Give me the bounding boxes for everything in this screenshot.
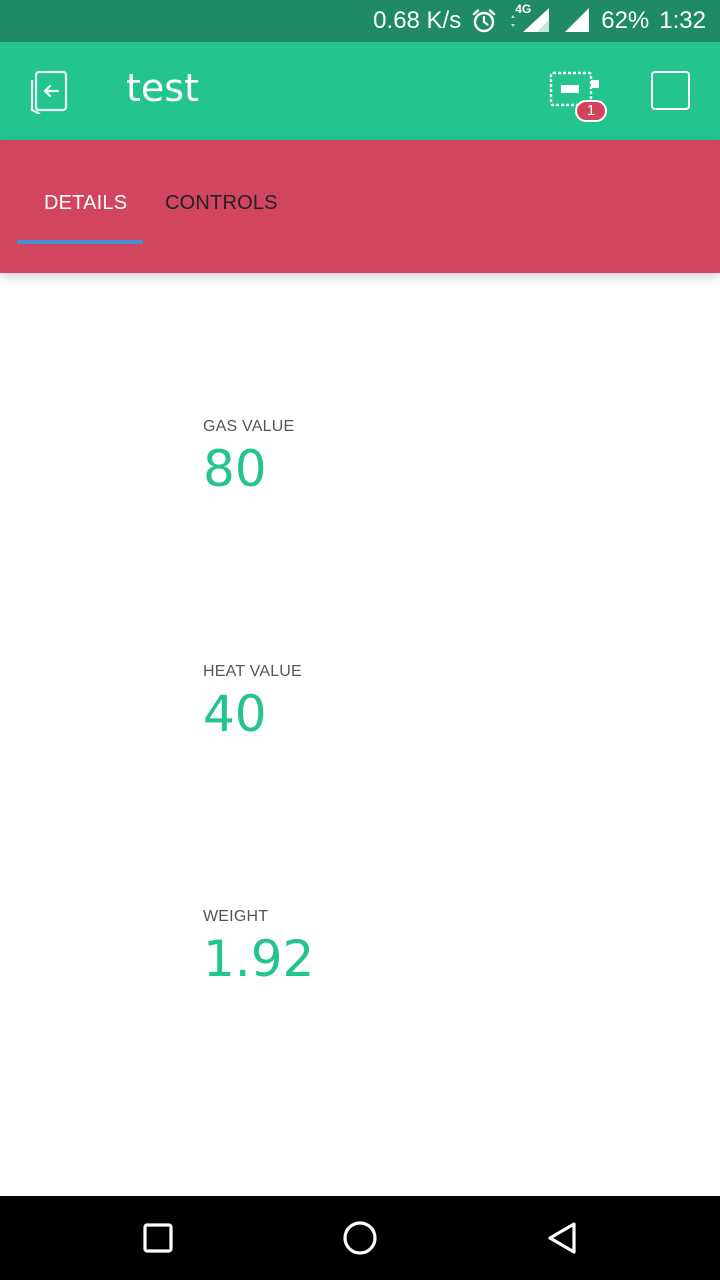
battery: 62% (601, 7, 650, 34)
square-icon[interactable] (651, 71, 690, 110)
back-icon[interactable] (540, 1216, 584, 1260)
heat-value: 40 (203, 685, 267, 743)
clock: 1:32 (659, 7, 706, 34)
device-badge: 1 (575, 100, 607, 122)
alarm-icon (471, 8, 497, 34)
signal-4g-icon: 4G (507, 2, 553, 34)
signal-icon (563, 8, 591, 34)
recents-icon[interactable] (136, 1216, 180, 1260)
status-bar: 0.68 K/s 4G 62% 1:32 (0, 0, 720, 42)
tab-bar: DETAILS CONTROLS (0, 140, 720, 273)
app-bar: test 1 (0, 42, 720, 140)
tab-indicator (17, 240, 143, 244)
screen: 0.68 K/s 4G 62% 1:32 test 1 DETAILS CONT… (0, 0, 720, 1280)
page-title: test (126, 66, 199, 110)
weight-label: WEIGHT (203, 908, 269, 925)
gas-value-widget[interactable]: GAS VALUE 80 (203, 418, 294, 496)
tab-controls[interactable]: CONTROLS (165, 192, 278, 215)
nav-bar (0, 1196, 720, 1280)
heat-value-label: HEAT VALUE (203, 663, 302, 680)
back-exit-icon[interactable] (26, 70, 72, 115)
gas-value: 80 (203, 440, 267, 498)
weight-widget[interactable]: WEIGHT 1.92 (203, 908, 314, 986)
tab-details[interactable]: DETAILS (44, 192, 127, 215)
gas-value-label: GAS VALUE (203, 418, 295, 435)
network-type: 4G (515, 2, 532, 16)
home-icon[interactable] (338, 1216, 382, 1260)
heat-value-widget[interactable]: HEAT VALUE 40 (203, 663, 302, 741)
device-icon[interactable]: 1 (548, 70, 612, 128)
weight-value: 1.92 (203, 930, 315, 988)
net-speed: 0.68 K/s (373, 7, 462, 34)
